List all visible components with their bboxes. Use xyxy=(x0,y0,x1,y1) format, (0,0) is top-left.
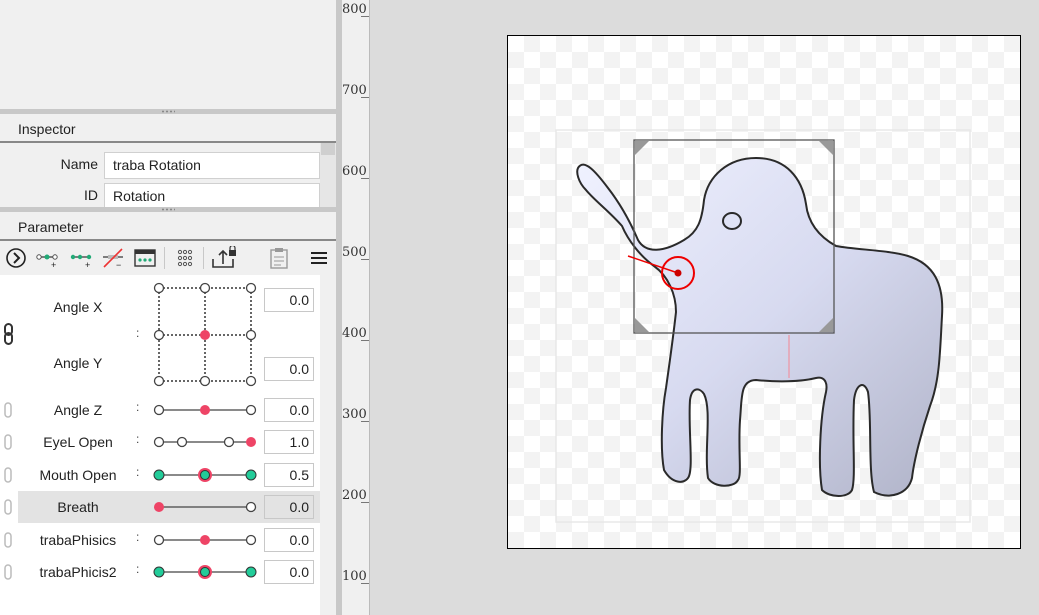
bbox-handle-top-left[interactable] xyxy=(635,141,649,155)
bbox-handle-bottom-left[interactable] xyxy=(635,318,649,332)
rotation-pivot-point[interactable] xyxy=(674,269,682,277)
model-canvas[interactable] xyxy=(0,0,1039,615)
bbox-handle-top-right[interactable] xyxy=(819,141,833,155)
elephant-art-mesh[interactable] xyxy=(576,156,944,497)
elephant-eye xyxy=(722,212,742,230)
